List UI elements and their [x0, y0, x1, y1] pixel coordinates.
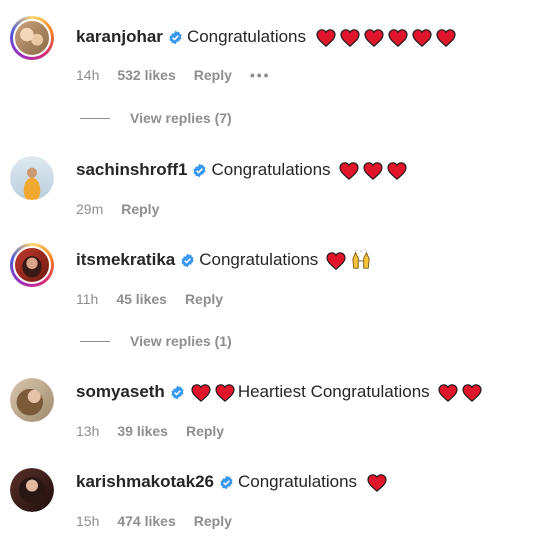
avatar[interactable]: [10, 243, 54, 287]
comment-text: Congratulations: [186, 27, 307, 46]
verified-badge-icon: [181, 253, 194, 267]
heart-icon: [316, 28, 336, 47]
view-replies-label: View replies (7): [130, 110, 232, 126]
reply-button[interactable]: Reply: [194, 513, 232, 529]
likes-count[interactable]: 532 likes: [117, 67, 175, 83]
heart-icon: [191, 383, 211, 402]
heart-icon: [338, 161, 359, 180]
view-replies-button[interactable]: View replies (7): [80, 110, 232, 126]
verified-badge-icon: [169, 30, 182, 44]
avatar[interactable]: [10, 378, 54, 422]
heart-icon: [367, 473, 387, 492]
username[interactable]: itsmekratika: [76, 249, 175, 271]
hearts-after: [436, 381, 484, 403]
username[interactable]: karishmakotak26: [76, 471, 214, 493]
divider-line: [80, 340, 110, 342]
heart-icon: [438, 383, 458, 402]
comment-text: Congratulations: [211, 160, 331, 179]
username[interactable]: karanjohar: [76, 26, 163, 48]
reply-button[interactable]: Reply: [186, 423, 224, 439]
avatar[interactable]: [10, 156, 54, 200]
comment-text: Congratulations: [199, 250, 319, 269]
comment-time: 11h: [76, 291, 99, 307]
comment-text: Congratulations: [237, 472, 358, 491]
divider-line: [80, 117, 110, 119]
heart-icon: [388, 28, 408, 47]
avatar[interactable]: [10, 468, 54, 512]
hearts-after: [337, 159, 409, 181]
likes-count[interactable]: 39 likes: [117, 423, 168, 439]
hearts-before: [189, 381, 237, 403]
comment-text: Heartiest Congratulations: [237, 382, 430, 401]
comment-time: 14h: [76, 67, 100, 83]
comment-time: 29m: [76, 201, 104, 217]
reply-button[interactable]: Reply: [185, 291, 223, 307]
verified-badge-icon: [171, 385, 184, 399]
heart-icon: [215, 383, 235, 402]
hearts-after: [314, 26, 458, 48]
heart-icon: [326, 251, 346, 270]
heart-icon: [386, 161, 407, 180]
verified-badge-icon: [220, 475, 233, 489]
hearts-after: [365, 471, 389, 493]
comment-time: 15h: [76, 513, 100, 529]
heart-icon: [436, 28, 456, 47]
username[interactable]: sachinshroff1: [76, 159, 187, 181]
view-replies-button[interactable]: View replies (1): [80, 333, 232, 349]
heart-icon: [412, 28, 432, 47]
heart-icon: [462, 383, 482, 402]
username[interactable]: somyaseth: [76, 381, 165, 403]
likes-count[interactable]: 45 likes: [116, 291, 167, 307]
hearts-after: [324, 249, 348, 271]
more-options-icon[interactable]: •••: [250, 67, 271, 83]
reply-button[interactable]: Reply: [194, 67, 232, 83]
reply-button[interactable]: Reply: [121, 201, 159, 217]
view-replies-label: View replies (1): [130, 333, 232, 349]
heart-icon: [362, 161, 383, 180]
heart-icon: [364, 28, 384, 47]
verified-badge-icon: [193, 163, 207, 177]
comment-time: 13h: [76, 423, 100, 439]
heart-icon: [340, 28, 360, 47]
raising-hands-icon: [352, 250, 370, 269]
likes-count[interactable]: 474 likes: [117, 513, 175, 529]
avatar[interactable]: [10, 16, 54, 60]
